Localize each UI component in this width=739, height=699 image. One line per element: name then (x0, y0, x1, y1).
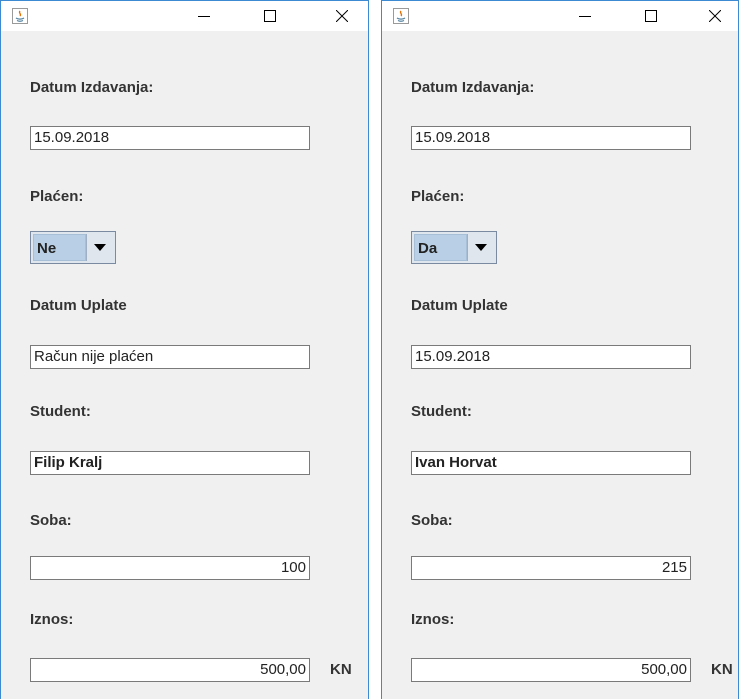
soba-field[interactable]: 215 (411, 556, 691, 580)
title-bar[interactable] (382, 1, 738, 31)
java-icon[interactable] (393, 8, 409, 24)
minimize-button[interactable] (181, 1, 227, 31)
maximize-icon (264, 10, 276, 22)
iznos-label: Iznos: (411, 611, 455, 628)
chevron-down-icon (94, 244, 106, 251)
datum-izdavanja-field[interactable]: 15.09.2018 (411, 126, 691, 150)
java-icon[interactable] (12, 8, 28, 24)
soba-label: Soba: (30, 512, 72, 529)
iznos-field[interactable]: 500,00 (411, 658, 691, 682)
close-button[interactable] (319, 1, 365, 31)
datum-izdavanja-field[interactable]: 15.09.2018 (30, 126, 310, 150)
maximize-button[interactable] (247, 1, 293, 31)
placen-selected-value: Da (414, 234, 467, 261)
invoice-window-1: Datum Izdavanja: 15.09.2018 Plaćen: Ne D… (0, 0, 369, 699)
soba-field[interactable]: 100 (30, 556, 310, 580)
close-icon (336, 10, 348, 22)
minimize-button[interactable] (562, 1, 608, 31)
maximize-button[interactable] (628, 1, 674, 31)
chevron-down-icon (475, 244, 487, 251)
currency-label: KN (330, 661, 352, 678)
iznos-field[interactable]: 500,00 (30, 658, 310, 682)
student-field[interactable]: Ivan Horvat (411, 451, 691, 475)
close-button[interactable] (692, 1, 738, 31)
dropdown-button[interactable] (467, 234, 494, 261)
datum-uplate-field[interactable]: Račun nije plaćen (30, 345, 310, 369)
datum-izdavanja-label: Datum Izdavanja: (411, 79, 535, 96)
form-panel: Datum Izdavanja: 15.09.2018 Plaćen: Da D… (382, 31, 738, 699)
student-field[interactable]: Filip Kralj (30, 451, 310, 475)
placen-label: Plaćen: (411, 188, 465, 205)
iznos-label: Iznos: (30, 611, 74, 628)
datum-izdavanja-label: Datum Izdavanja: (30, 79, 154, 96)
title-bar[interactable] (1, 1, 368, 31)
datum-uplate-label: Datum Uplate (411, 297, 508, 314)
invoice-window-2: Datum Izdavanja: 15.09.2018 Plaćen: Da D… (381, 0, 739, 699)
placen-selected-value: Ne (33, 234, 86, 261)
soba-label: Soba: (411, 512, 453, 529)
close-icon (709, 10, 721, 22)
student-label: Student: (411, 403, 472, 420)
datum-uplate-label: Datum Uplate (30, 297, 127, 314)
currency-label: KN (711, 661, 733, 678)
student-label: Student: (30, 403, 91, 420)
minimize-icon (198, 16, 210, 17)
placen-combobox[interactable]: Da (411, 231, 497, 264)
placen-combobox[interactable]: Ne (30, 231, 116, 264)
placen-label: Plaćen: (30, 188, 84, 205)
form-panel: Datum Izdavanja: 15.09.2018 Plaćen: Ne D… (1, 31, 368, 699)
maximize-icon (645, 10, 657, 22)
datum-uplate-field[interactable]: 15.09.2018 (411, 345, 691, 369)
dropdown-button[interactable] (86, 234, 113, 261)
minimize-icon (579, 16, 591, 17)
